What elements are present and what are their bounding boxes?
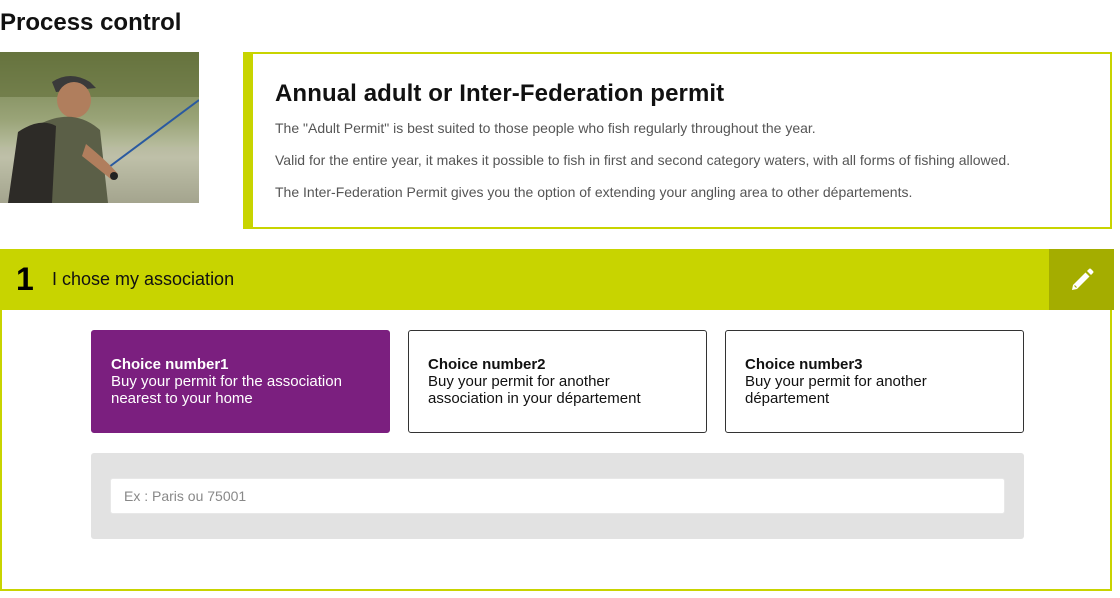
permit-description-1: The "Adult Permit" is best suited to tho… [275,120,816,136]
pencil-icon [1071,268,1093,290]
step-header: 1 I chose my association [2,249,1114,310]
page-title: Process control [0,9,182,36]
permit-title: Annual adult or Inter-Federation permit [275,80,725,107]
permit-description-2: Valid for the entire year, it makes it p… [275,152,1011,168]
choice-title: Choice number3 [745,356,863,373]
choice-option-3[interactable]: Choice number3 Buy your permit for anoth… [725,330,1024,433]
choice-title: Choice number1 [111,356,229,373]
step-label: I chose my association [52,269,235,289]
choice-option-2[interactable]: Choice number2 Buy your permit for anoth… [408,330,707,433]
permit-info-box: Annual adult or Inter-Federation permit … [243,52,1112,229]
angler-photo [0,52,199,203]
search-area [91,453,1024,539]
choice-option-1[interactable]: Choice number1 Buy your permit for the a… [91,330,390,433]
choice-description: Buy your permit for the association near… [111,373,342,407]
edit-step-button[interactable] [1049,249,1114,310]
choice-title: Choice number2 [428,356,546,373]
step-number: 1 [16,261,34,297]
choice-description: Buy your permit for another association … [428,373,641,407]
choice-description: Buy your permit for another département [745,373,927,407]
step-panel-association: 1 I chose my association Choice number1 … [0,249,1114,591]
permit-description-3: The Inter-Federation Permit gives you th… [275,184,913,200]
location-search-input[interactable] [110,478,1005,514]
